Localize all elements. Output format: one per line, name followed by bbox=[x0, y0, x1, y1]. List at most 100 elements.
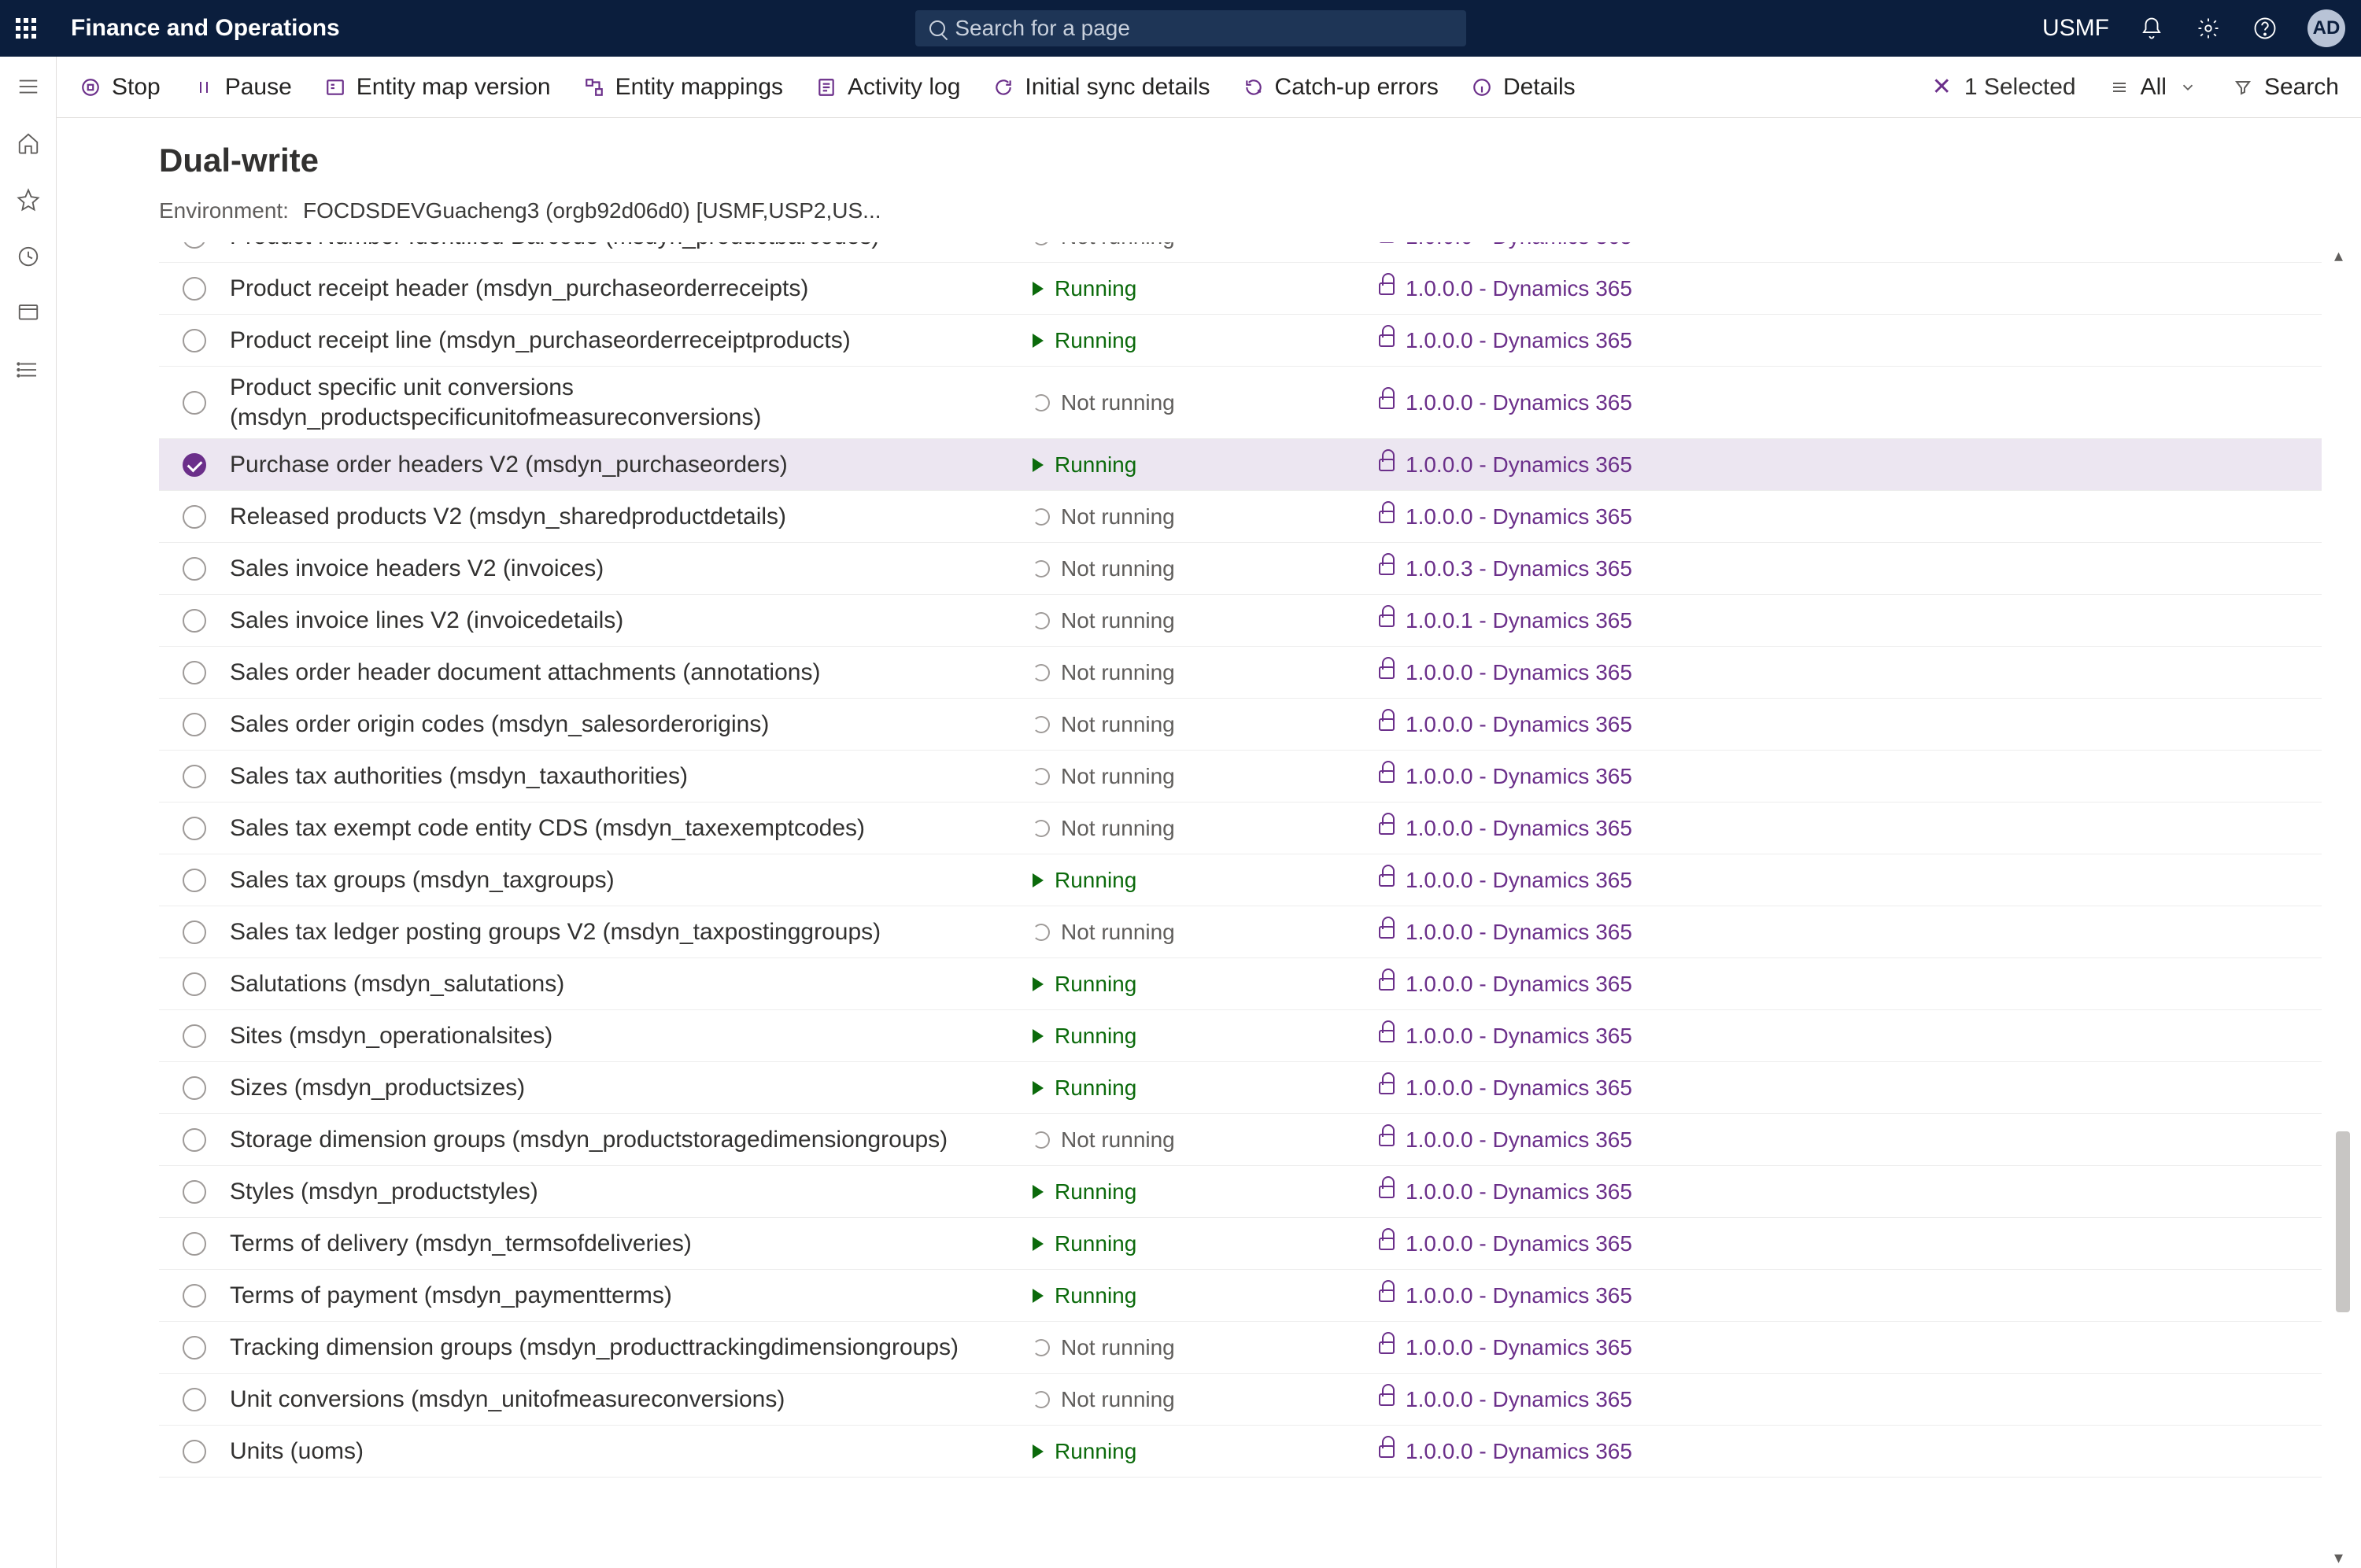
table-row[interactable]: Units (uoms)Running1.0.0.0 - Dynamics 36… bbox=[159, 1426, 2322, 1478]
row-checkbox[interactable] bbox=[159, 869, 230, 892]
row-checkbox[interactable] bbox=[159, 505, 230, 529]
row-checkbox[interactable] bbox=[159, 329, 230, 352]
search-button[interactable]: Search bbox=[2231, 74, 2339, 101]
table-row[interactable]: Product Number Identified Barcode (msdyn… bbox=[159, 242, 2322, 263]
scroll-down-icon[interactable]: ▾ bbox=[2334, 1548, 2352, 1565]
catch-up-errors-button[interactable]: Catch-up errors bbox=[1242, 74, 1439, 101]
table-row[interactable]: Sales tax groups (msdyn_taxgroups)Runnin… bbox=[159, 854, 2322, 906]
version-cell[interactable]: 1.0.0.0 - Dynamics 365 bbox=[1379, 816, 1772, 841]
row-checkbox[interactable] bbox=[159, 1440, 230, 1463]
version-cell[interactable]: 1.0.0.0 - Dynamics 365 bbox=[1379, 1075, 1772, 1101]
row-checkbox[interactable] bbox=[159, 453, 230, 477]
hamburger-icon[interactable] bbox=[14, 72, 42, 101]
row-checkbox[interactable] bbox=[159, 661, 230, 684]
table-row[interactable]: Sales tax ledger posting groups V2 (msdy… bbox=[159, 906, 2322, 958]
row-checkbox[interactable] bbox=[159, 609, 230, 633]
help-icon[interactable] bbox=[2251, 14, 2279, 42]
table-row[interactable]: Sales tax authorities (msdyn_taxauthorit… bbox=[159, 751, 2322, 802]
stop-button[interactable]: Stop bbox=[79, 74, 161, 101]
row-checkbox[interactable] bbox=[159, 1024, 230, 1048]
row-checkbox[interactable] bbox=[159, 1180, 230, 1204]
version-cell[interactable]: 1.0.0.0 - Dynamics 365 bbox=[1379, 1231, 1772, 1256]
version-cell[interactable]: 1.0.0.0 - Dynamics 365 bbox=[1379, 764, 1772, 789]
details-button[interactable]: Details bbox=[1470, 74, 1576, 101]
version-cell[interactable]: 1.0.0.0 - Dynamics 365 bbox=[1379, 920, 1772, 945]
table-row[interactable]: Sales order origin codes (msdyn_salesord… bbox=[159, 699, 2322, 751]
entity-mappings-button[interactable]: Entity mappings bbox=[582, 74, 783, 101]
row-checkbox[interactable] bbox=[159, 557, 230, 581]
scroll-thumb[interactable] bbox=[2336, 1131, 2350, 1312]
table-row[interactable]: Sales order header document attachments … bbox=[159, 647, 2322, 699]
table-row[interactable]: Storage dimension groups (msdyn_products… bbox=[159, 1114, 2322, 1166]
table-row[interactable]: Salutations (msdyn_salutations)Running1.… bbox=[159, 958, 2322, 1010]
version-cell[interactable]: 1.0.0.0 - Dynamics 365 bbox=[1379, 1127, 1772, 1153]
version-cell[interactable]: 1.0.0.0 - Dynamics 365 bbox=[1379, 972, 1772, 997]
table-row[interactable]: Styles (msdyn_productstyles)Running1.0.0… bbox=[159, 1166, 2322, 1218]
modules-icon[interactable] bbox=[14, 356, 42, 384]
settings-icon[interactable] bbox=[2194, 14, 2222, 42]
activity-log-button[interactable]: Activity log bbox=[815, 74, 960, 101]
notifications-icon[interactable] bbox=[2137, 14, 2166, 42]
table-row[interactable]: Sizes (msdyn_productsizes)Running1.0.0.0… bbox=[159, 1062, 2322, 1114]
version-cell[interactable]: 1.0.0.0 - Dynamics 365 bbox=[1379, 452, 1772, 478]
scrollbar[interactable]: ▴ ▾ bbox=[2333, 242, 2353, 1568]
table-row[interactable]: Product specific unit conversions (msdyn… bbox=[159, 367, 2322, 439]
table-row[interactable]: Tracking dimension groups (msdyn_product… bbox=[159, 1322, 2322, 1374]
user-avatar[interactable]: AD bbox=[2307, 9, 2345, 47]
table-row[interactable]: Product receipt header (msdyn_purchaseor… bbox=[159, 263, 2322, 315]
recent-icon[interactable] bbox=[14, 242, 42, 271]
version-cell[interactable]: 1.0.0.0 - Dynamics 365 bbox=[1379, 504, 1772, 529]
row-checkbox[interactable] bbox=[159, 1284, 230, 1308]
workspaces-icon[interactable] bbox=[14, 299, 42, 327]
version-cell[interactable]: 1.0.0.0 - Dynamics 365 bbox=[1379, 1024, 1772, 1049]
favorites-icon[interactable] bbox=[14, 186, 42, 214]
version-cell[interactable]: 1.0.0.1 - Dynamics 365 bbox=[1379, 608, 1772, 633]
version-cell[interactable]: 1.0.0.3 - Dynamics 365 bbox=[1379, 556, 1772, 581]
table-row[interactable]: Sales invoice lines V2 (invoicedetails)N… bbox=[159, 595, 2322, 647]
initial-sync-button[interactable]: Initial sync details bbox=[992, 74, 1210, 101]
legal-entity-picker[interactable]: USMF bbox=[2042, 15, 2109, 42]
row-checkbox[interactable] bbox=[159, 1388, 230, 1411]
version-cell[interactable]: 1.0.0.0 - Dynamics 365 bbox=[1379, 242, 1772, 249]
version-cell[interactable]: 1.0.0.0 - Dynamics 365 bbox=[1379, 1283, 1772, 1308]
filter-all-dropdown[interactable]: All bbox=[2108, 74, 2200, 101]
row-checkbox[interactable] bbox=[159, 921, 230, 944]
table-row[interactable]: Sales invoice headers V2 (invoices)Not r… bbox=[159, 543, 2322, 595]
table-row[interactable]: Unit conversions (msdyn_unitofmeasurecon… bbox=[159, 1374, 2322, 1426]
row-checkbox[interactable] bbox=[159, 1336, 230, 1360]
clear-selection-icon[interactable]: ✕ bbox=[1932, 73, 1952, 101]
version-cell[interactable]: 1.0.0.0 - Dynamics 365 bbox=[1379, 328, 1772, 353]
row-checkbox[interactable] bbox=[159, 1232, 230, 1256]
row-checkbox[interactable] bbox=[159, 817, 230, 840]
table-row[interactable]: Terms of payment (msdyn_paymentterms)Run… bbox=[159, 1270, 2322, 1322]
app-launcher-icon[interactable] bbox=[16, 18, 47, 39]
table-row[interactable]: Purchase order headers V2 (msdyn_purchas… bbox=[159, 439, 2322, 491]
pause-button[interactable]: Pause bbox=[192, 74, 292, 101]
row-checkbox[interactable] bbox=[159, 765, 230, 788]
scroll-up-icon[interactable]: ▴ bbox=[2334, 245, 2352, 263]
selection-count[interactable]: ✕ 1 Selected bbox=[1932, 73, 2076, 101]
global-search[interactable]: Search for a page bbox=[915, 10, 1466, 46]
table-row[interactable]: Terms of delivery (msdyn_termsofdeliveri… bbox=[159, 1218, 2322, 1270]
table-row[interactable]: Product receipt line (msdyn_purchaseorde… bbox=[159, 315, 2322, 367]
table-row[interactable]: Released products V2 (msdyn_sharedproduc… bbox=[159, 491, 2322, 543]
version-cell[interactable]: 1.0.0.0 - Dynamics 365 bbox=[1379, 1439, 1772, 1464]
entity-map-version-button[interactable]: Entity map version bbox=[323, 74, 551, 101]
row-checkbox[interactable] bbox=[159, 972, 230, 996]
table-row[interactable]: Sites (msdyn_operationalsites)Running1.0… bbox=[159, 1010, 2322, 1062]
row-checkbox[interactable] bbox=[159, 713, 230, 736]
row-checkbox[interactable] bbox=[159, 391, 230, 415]
version-cell[interactable]: 1.0.0.0 - Dynamics 365 bbox=[1379, 868, 1772, 893]
version-cell[interactable]: 1.0.0.0 - Dynamics 365 bbox=[1379, 276, 1772, 301]
table-row[interactable]: Sales tax exempt code entity CDS (msdyn_… bbox=[159, 802, 2322, 854]
row-checkbox[interactable] bbox=[159, 242, 230, 249]
version-cell[interactable]: 1.0.0.0 - Dynamics 365 bbox=[1379, 712, 1772, 737]
row-checkbox[interactable] bbox=[159, 277, 230, 301]
version-cell[interactable]: 1.0.0.0 - Dynamics 365 bbox=[1379, 390, 1772, 415]
version-cell[interactable]: 1.0.0.0 - Dynamics 365 bbox=[1379, 1387, 1772, 1412]
version-cell[interactable]: 1.0.0.0 - Dynamics 365 bbox=[1379, 660, 1772, 685]
version-cell[interactable]: 1.0.0.0 - Dynamics 365 bbox=[1379, 1179, 1772, 1205]
home-icon[interactable] bbox=[14, 129, 42, 157]
row-checkbox[interactable] bbox=[159, 1076, 230, 1100]
row-checkbox[interactable] bbox=[159, 1128, 230, 1152]
